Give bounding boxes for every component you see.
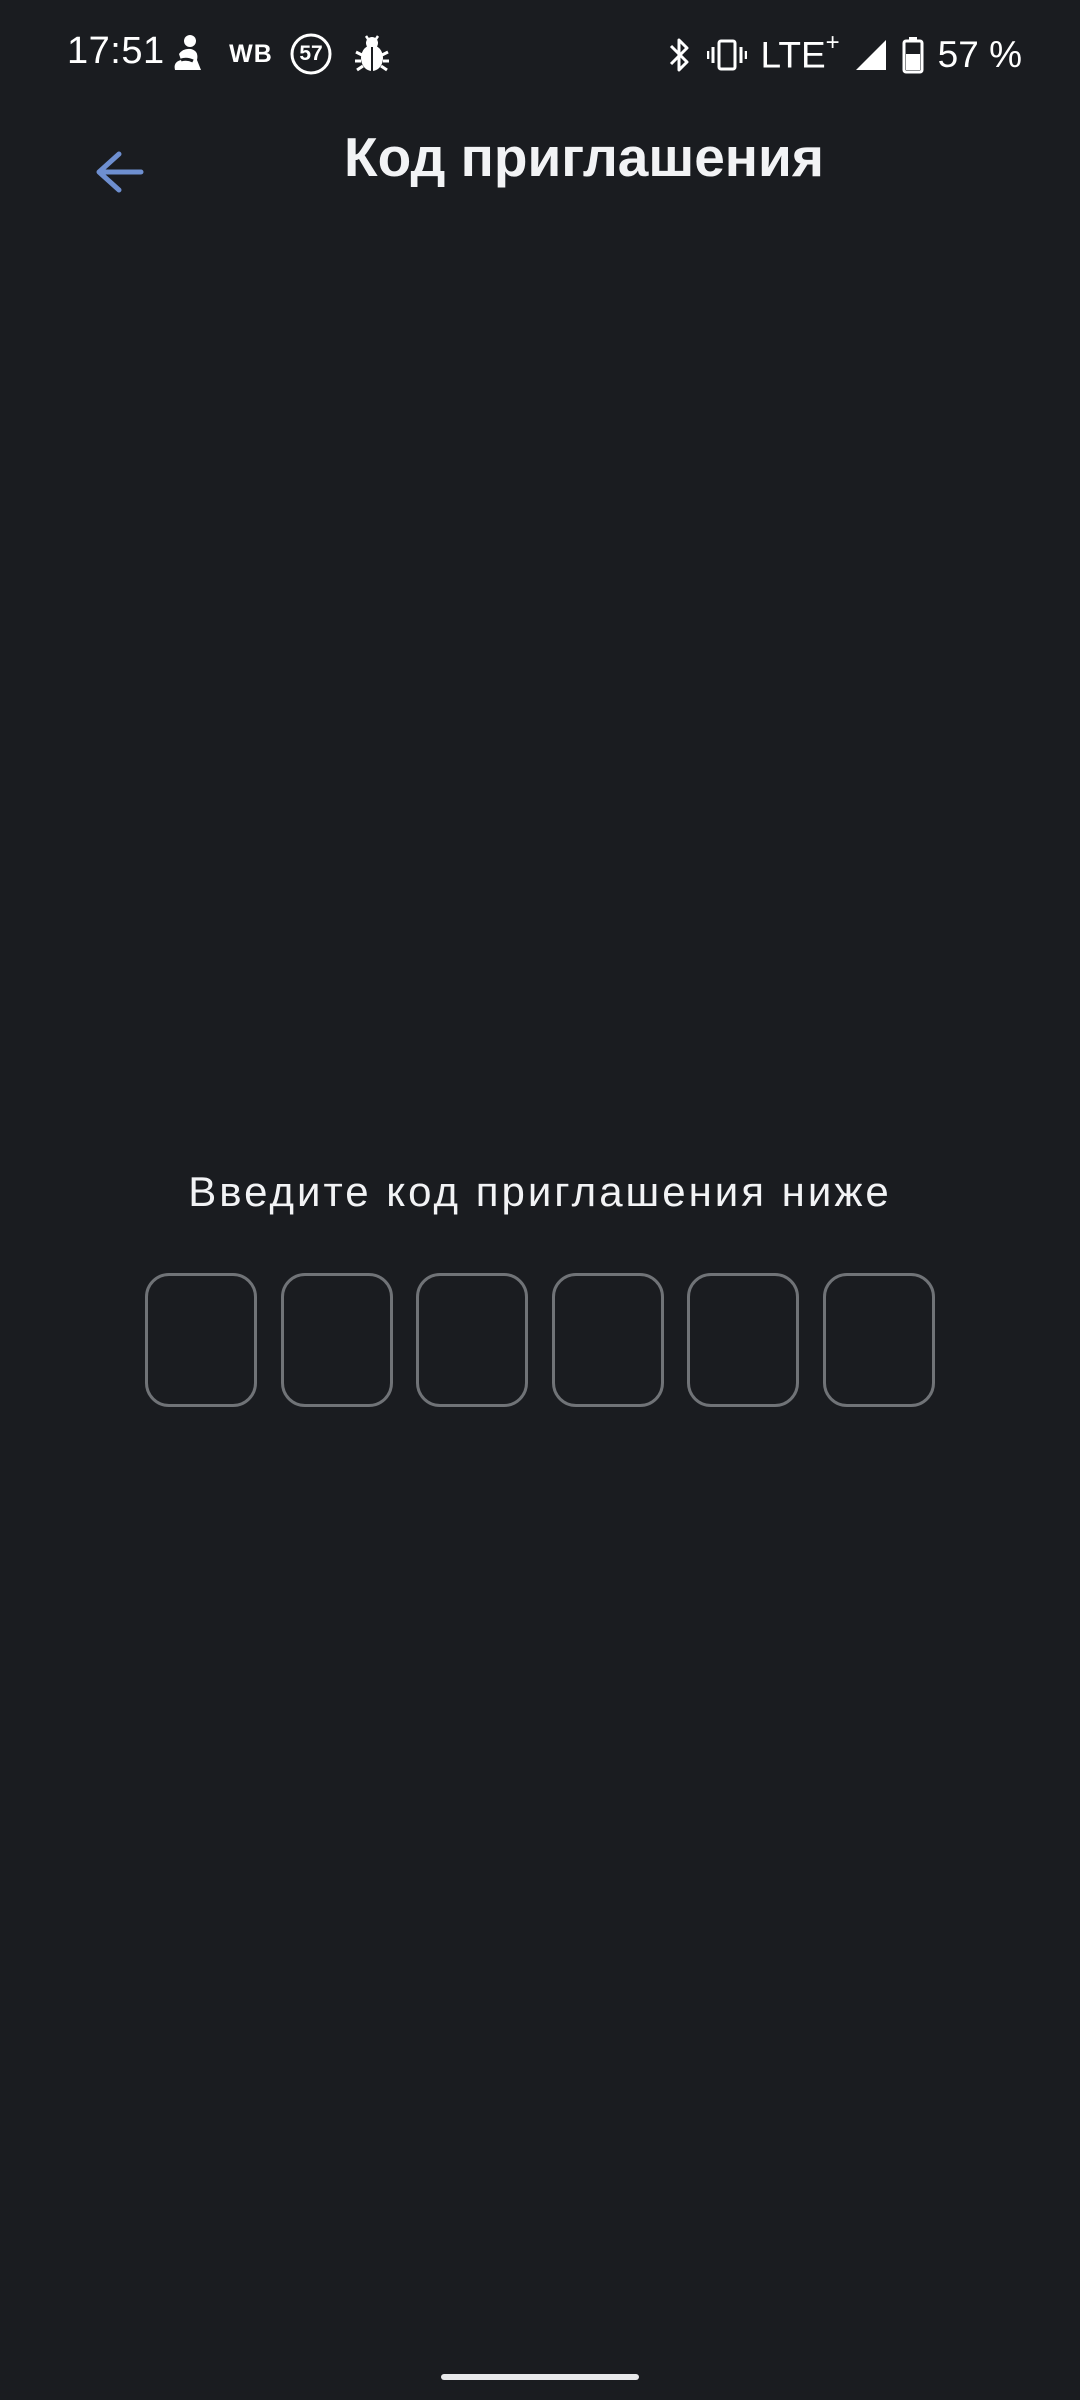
code-digit-6[interactable] — [822, 1273, 935, 1407]
vibrate-icon — [706, 36, 747, 74]
counter-badge-icon: 57 — [289, 32, 333, 76]
person-pin-icon — [170, 32, 206, 76]
code-digit-1[interactable] — [145, 1273, 257, 1407]
battery-percent: 57 % — [937, 34, 1022, 75]
code-digit-4[interactable] — [551, 1273, 664, 1407]
battery-icon — [902, 36, 924, 74]
code-digit-3[interactable] — [416, 1273, 529, 1407]
code-digit-5[interactable] — [687, 1273, 800, 1407]
bug-icon — [352, 32, 392, 76]
counter-badge-value: 57 — [299, 42, 323, 65]
network-suffix: + — [825, 29, 840, 57]
code-digit-2[interactable] — [280, 1273, 393, 1407]
status-bar: 17:51 WB 57 LTE+ 57 % — [0, 0, 1080, 110]
status-indicators: LTE+ 57 % — [667, 29, 1022, 80]
signal-icon — [854, 38, 888, 72]
wb-label: WB — [229, 39, 273, 68]
home-indicator[interactable] — [441, 2374, 639, 2380]
page-title: Код приглашения — [344, 126, 824, 188]
wb-icon: WB — [226, 32, 276, 76]
invite-code-input — [145, 1273, 935, 1409]
code-prompt: Введите код приглашения ниже — [188, 1168, 892, 1215]
bluetooth-icon — [667, 36, 693, 74]
network-label: LTE — [760, 34, 826, 76]
network-type: LTE+ — [760, 29, 840, 76]
status-time: 17:51 — [67, 30, 165, 72]
